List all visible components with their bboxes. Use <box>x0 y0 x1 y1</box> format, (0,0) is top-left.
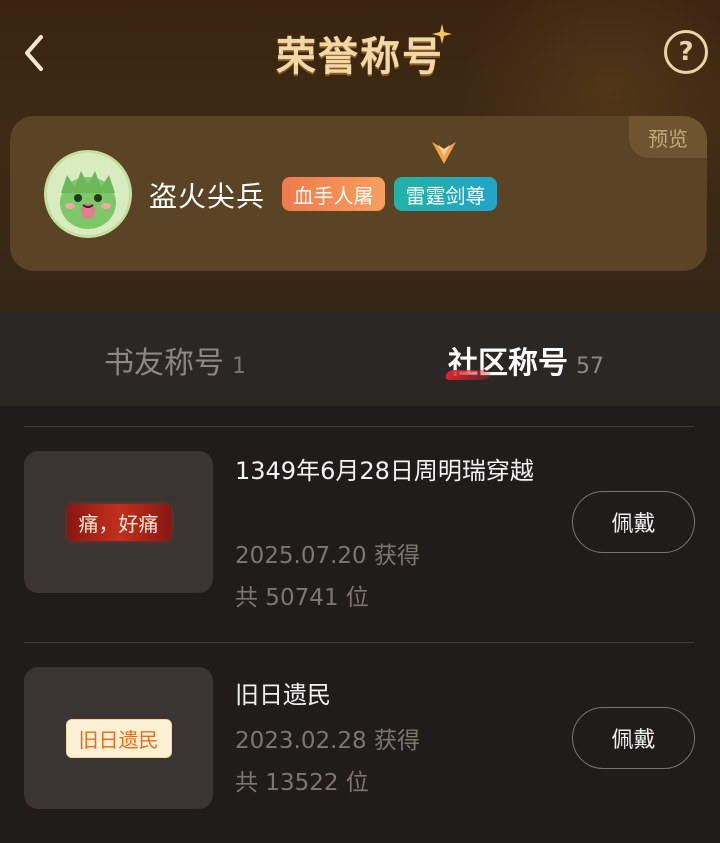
title-badge-preview: 痛，好痛 <box>66 503 171 541</box>
avatar-image <box>47 153 129 235</box>
username: 盗火尖兵 <box>149 180 266 213</box>
holder-count: 共 50741 位 <box>235 585 369 611</box>
title-thumbnail: 旧日遗民 <box>24 667 213 809</box>
help-button[interactable]: ? <box>664 30 708 74</box>
title-thumbnail: 痛，好痛 <box>24 451 213 593</box>
tab-bar: 书友称号 1 社区称号 57 <box>0 312 720 406</box>
divider <box>24 642 694 643</box>
title-list: 痛，好痛 1349年6月28日周明瑞穿越 2025.07.20 获得 共 507… <box>0 406 720 843</box>
tab-label: 书友称号 <box>104 346 224 381</box>
title-badge-1: 血手人屠 <box>282 177 385 211</box>
sparkle-icon <box>432 24 452 44</box>
holder-count: 共 13522 位 <box>235 770 369 796</box>
obtained-date: 2025.07.20 获得 <box>235 543 420 569</box>
title-name: 1349年6月28日周明瑞穿越 <box>235 457 534 485</box>
title-preview-card: 预览 盗火尖兵 血手人屠 雷霆剑尊 <box>10 116 707 271</box>
wear-button[interactable]: 佩戴 <box>572 491 695 553</box>
page-title: 荣誉称号 <box>276 34 444 80</box>
tab-reader-titles[interactable]: 书友称号 1 <box>104 338 246 381</box>
header-hero: 荣誉称号 ? 预览 盗火尖兵 血手人屠 雷霆剑尊 <box>0 0 720 312</box>
tab-count: 57 <box>576 354 604 379</box>
selected-arrow-icon <box>432 142 456 164</box>
obtained-date: 2023.02.28 获得 <box>235 728 420 754</box>
title-badge-preview: 旧日遗民 <box>65 718 172 758</box>
divider <box>24 426 694 427</box>
title-badge-2: 雷霆剑尊 <box>394 177 497 211</box>
preview-tag: 预览 <box>629 116 707 158</box>
wear-button[interactable]: 佩戴 <box>572 707 695 769</box>
avatar[interactable] <box>44 150 132 238</box>
title-name: 旧日遗民 <box>235 681 331 709</box>
active-tab-indicator <box>444 370 492 380</box>
tab-count: 1 <box>232 354 246 379</box>
